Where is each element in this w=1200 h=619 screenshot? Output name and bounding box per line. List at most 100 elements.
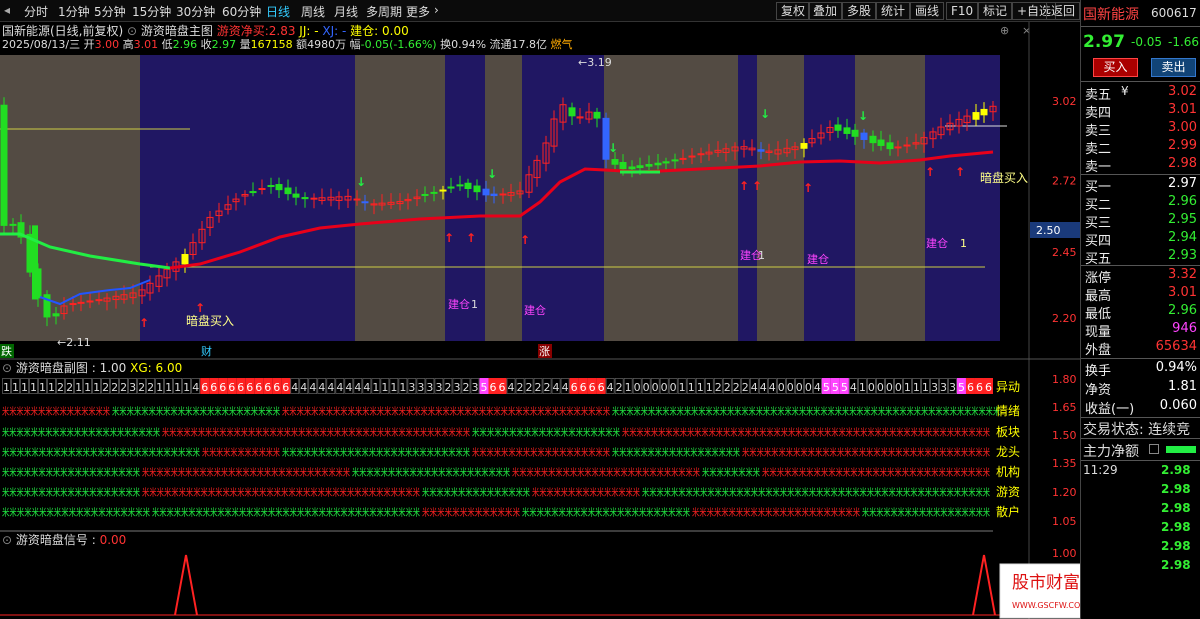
band-9 [804, 55, 855, 341]
period-tab-5[interactable]: 60分钟 [222, 3, 261, 20]
digit: 2 [138, 381, 145, 394]
sub-xg-value: 6.00 [156, 361, 183, 375]
candle-body [490, 193, 498, 197]
jiancang-label-0: 建仓 [448, 297, 470, 311]
digit: 3 [417, 381, 424, 394]
stat-row-0-value: 3.32 [1168, 267, 1197, 282]
candle-body [688, 155, 696, 158]
settings-icon: ⊙ [123, 24, 141, 38]
ask-row-0-extra: ¥ [1121, 84, 1129, 98]
amount-value: 4980万 [307, 38, 350, 51]
digit: 2 [120, 381, 127, 394]
amount-label: 额 [296, 38, 307, 51]
period-tab-9[interactable]: 多周期 [366, 3, 402, 20]
side-sep [1081, 26, 1200, 27]
digit: 4 [336, 381, 343, 394]
indicator-name: 游资暗盘主图 [141, 23, 213, 38]
period-tab-6[interactable]: 日线 [266, 3, 290, 20]
ask-row-1: 卖四 3.01 [1081, 102, 1200, 121]
sentiment-seg: 米米米米米米米米米米米米米米米米米米米米米米米 [522, 506, 690, 519]
digit: 6 [589, 381, 596, 394]
toolbar-btn-4[interactable]: 画线 [910, 2, 945, 20]
sentiment-seg: 米米米米米米米米米米米米米米米米米米米米米米米米米米米米米米米米米米米米米 [152, 506, 420, 519]
candle-body [593, 111, 601, 119]
period-tab-3[interactable]: 15分钟 [132, 3, 171, 20]
digit: 0 [886, 381, 893, 394]
toolbar-menu-icon[interactable]: ◂ [4, 3, 10, 17]
sentiment-seg: 米米米米米米米米米米米米米米米米米米米米米米米米米米 [512, 466, 700, 479]
ask-row-0-label: 卖五 [1085, 88, 1112, 103]
digit: 0 [634, 381, 641, 394]
more-chevron-icon[interactable]: › [434, 3, 439, 17]
high-value: 3.01 [134, 38, 162, 51]
digit: 6 [571, 381, 578, 394]
bid-row-1: 买二 2.96 [1081, 194, 1200, 213]
toolbar-btn-3[interactable]: 统计 [876, 2, 911, 20]
bid-row-0-value: 2.97 [1168, 176, 1197, 191]
toolbar-btn-6[interactable]: 标记 [978, 2, 1013, 20]
period-tab-7[interactable]: 周线 [301, 3, 325, 20]
sentiment-seg: 米米米米米米米米米米米米米米米米米米米米米米 [352, 466, 510, 479]
toolbar-btn-0[interactable]: 复权 [776, 2, 811, 20]
candle-body [292, 193, 300, 198]
digit: 6 [246, 381, 253, 394]
kline-chart-svg[interactable]: 国新能源(日线,前复权) ⊙ 游资暗盘主图 游资净买:2.83 JJ: - XJ… [0, 22, 1080, 619]
signal-title: 游资暗盘信号 : [16, 532, 100, 547]
toolbar-btn-1[interactable]: 叠加 [808, 2, 843, 20]
jiancang-one-3: 1 [960, 237, 967, 250]
period-tab-4[interactable]: 30分钟 [176, 3, 215, 20]
sub-settings-icon: ⊙ [2, 361, 16, 375]
stat-row-3: 现量 946 [1081, 321, 1200, 340]
period-tab-0[interactable]: 分时 [24, 3, 48, 20]
stat2-row-2-label: 收益(一) [1085, 402, 1135, 417]
signal-title-line: ⊙ 游资暗盘信号 : 0.00 [2, 532, 126, 547]
toolbar-btn-2[interactable]: 多股 [842, 2, 877, 20]
signal-spike-right [972, 554, 996, 616]
net-buy-value: 2.83 [269, 24, 300, 38]
candle-body [679, 157, 687, 160]
candle-body [284, 187, 292, 195]
quote-sidebar: 国新能源 600617 2.97 -0.05 -1.66 买入 卖出 卖五 ¥3.02 卖四 3.0… [1080, 0, 1200, 619]
bid-row-1-value: 2.96 [1168, 194, 1197, 209]
digit: 0 [796, 381, 803, 394]
sentiment-seg: 米米米米米米米米米米米米米米米米米米米米米米米米米米米米米米米米米米米米米米米米… [162, 426, 470, 439]
digit: 6 [237, 381, 244, 394]
price-tick-3: 2.20 [1052, 312, 1077, 325]
bid-row-0: 买一 2.97 [1081, 176, 1200, 195]
buy-button[interactable]: 买入 [1093, 58, 1138, 77]
bid-row-2-value: 2.95 [1168, 212, 1197, 227]
jiancang-label-3: 建仓 [807, 252, 829, 266]
main-net-menu-icon[interactable] [1149, 444, 1159, 454]
close-icon[interactable]: × [1022, 24, 1031, 37]
ask-row-4-value: 2.98 [1168, 156, 1197, 171]
green-down-arrow: ↓ [858, 109, 868, 123]
toolbar-btn-8[interactable]: 返回 [1046, 2, 1081, 20]
sentiment-seg: 米米米米米米米米米米米米米米米米米米米 [472, 446, 610, 459]
period-tab-1[interactable]: 1分钟 [58, 3, 90, 20]
digit: 1 [679, 381, 686, 394]
green-down-arrow: ↓ [760, 107, 770, 121]
toolbar-btn-5[interactable]: F10 [946, 2, 979, 20]
period-tab-2[interactable]: 5分钟 [94, 3, 126, 20]
side-sep [1081, 81, 1200, 82]
crosshair-icon[interactable]: ⊕ [1000, 24, 1009, 37]
digit: 1 [165, 381, 172, 394]
watermark: 股市财富网WWW.GSCFW.COM指标分享名师课程 [999, 563, 1080, 619]
sell-button[interactable]: 卖出 [1151, 58, 1196, 77]
period-tab-10[interactable]: 更多 [406, 3, 430, 20]
candle-body [499, 193, 507, 196]
stat-row-1: 最高 3.01 [1081, 285, 1200, 304]
sentiment-seg: 米米米米米米米米米米米米米米米米米米米 [2, 466, 140, 479]
digit: 0 [643, 381, 650, 394]
candle-body [86, 300, 94, 303]
ask-row-3-label: 卖二 [1085, 142, 1112, 157]
digit: 1 [75, 381, 82, 394]
stat-row-2: 最低 2.96 [1081, 303, 1200, 322]
red-up-arrow: ↑ [139, 316, 149, 330]
chart-area[interactable]: 国新能源(日线,前复权) ⊙ 游资暗盘主图 游资净买:2.83 JJ: - XJ… [0, 22, 1080, 619]
price-tick-0: 3.02 [1052, 95, 1077, 108]
open-label: 开 [84, 38, 95, 51]
sentiment-seg: 米米米米米米米米米米米米米米米米米米米米米米米米米米米米米 [142, 466, 350, 479]
period-tab-8[interactable]: 月线 [334, 3, 358, 20]
digit: 2 [444, 381, 451, 394]
